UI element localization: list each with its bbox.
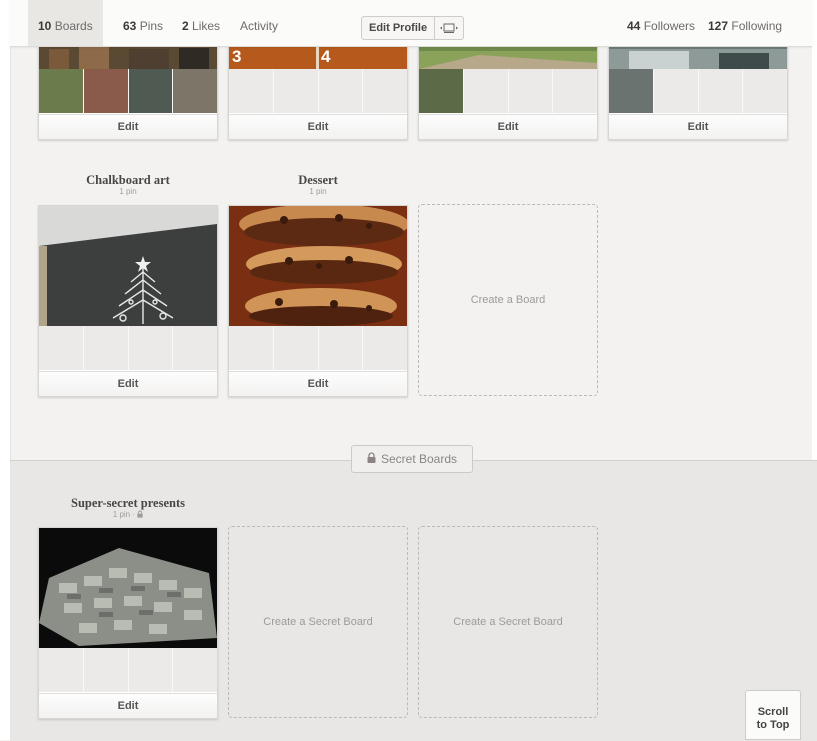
likes-label: Likes [192,19,221,33]
tab-pins[interactable]: 63 Pins [123,0,163,46]
edit-board-button[interactable]: Edit [39,114,217,139]
tab-following[interactable]: 127 Following [708,0,782,46]
thumbnail [609,69,654,113]
board-thumbnails [39,648,217,692]
thumbnail [363,69,407,113]
edit-board-button[interactable]: Edit [39,371,217,396]
thumbnail [173,648,217,692]
following-count: 127 [708,19,729,33]
edit-profile-control: Edit Profile [361,16,465,40]
create-board-button[interactable]: Create a Board [418,204,598,396]
board-title[interactable]: Dessert [228,173,408,188]
boards-label: Boards [54,19,93,33]
boards-count: 10 [38,19,52,33]
thumbnail [318,69,364,113]
board-thumbnails [39,69,217,113]
board-cover-image [39,528,217,648]
thumbnail [318,326,364,370]
profile-nav-bar: 10 Boards 63 Pins 2 Likes Activity Edit … [10,0,812,47]
board-thumbnails [419,69,597,113]
tab-likes[interactable]: 2 Likes [182,0,220,46]
scroll-to-top-line1: Scroll [757,706,789,718]
scroll-to-top-line2: to Top [756,719,790,731]
thumbnail [698,69,744,113]
thumbnail [363,326,407,370]
board-thumbnails [229,69,407,113]
cover-number: 3 [232,47,242,66]
right-rail [812,0,817,460]
board-pin-count: 1 pin · [38,510,218,519]
lock-icon [137,510,143,518]
edit-board-button[interactable]: Edit [609,114,787,139]
likes-count: 2 [182,19,189,33]
pins-count: 63 [123,19,137,33]
board-thumbnails [609,69,787,113]
thumbnail [553,69,597,113]
board-card[interactable]: Edit [38,205,218,397]
cover-number: 4 [321,47,331,66]
thumbnail [273,326,319,370]
board-pin-count: 1 pin [309,187,327,196]
tab-activity[interactable]: Activity [240,0,278,46]
thumbnail [229,69,274,113]
thumbnail [229,326,274,370]
thumbnail [508,69,554,113]
scroll-to-top-button[interactable]: Scroll to Top [745,690,801,740]
thumbnail [39,648,84,692]
edit-board-button[interactable]: Edit [419,114,597,139]
thumbnail [39,326,84,370]
pins-label: Pins [139,19,164,33]
thumbnail [173,326,217,370]
followers-count: 44 [627,19,641,33]
tab-boards[interactable]: 10 Boards [28,0,103,46]
thumbnail [173,69,217,113]
thumbnail [463,69,509,113]
thumbnail [653,69,699,113]
thumbnail [743,69,787,113]
thumbnail [128,326,174,370]
following-label: Following [731,19,783,33]
board-pin-count-text: 1 pin · [112,510,135,519]
edit-board-button[interactable]: Edit [229,114,407,139]
create-secret-board-button[interactable]: Create a Secret Board [418,526,598,718]
thumbnail [83,648,129,692]
board-card[interactable]: Edit [38,527,218,719]
board-card[interactable]: Edit [228,205,408,397]
board-thumbnails [39,326,217,370]
board-title[interactable]: Chalkboard art [38,173,218,188]
thumbnail [419,69,464,113]
followers-label: Followers [643,19,696,33]
lock-icon [367,452,376,466]
thumbnail [83,69,129,113]
thumbnail [128,69,174,113]
secret-boards-label: Secret Boards [351,445,473,473]
edit-profile-button[interactable]: Edit Profile [362,17,436,39]
thumbnail [39,69,84,113]
board-thumbnails [229,326,407,370]
tab-followers[interactable]: 44 Followers [627,0,695,46]
board-title[interactable]: Super-secret presents [38,496,218,511]
board-cover-image [39,206,217,326]
activity-label: Activity [240,19,279,33]
edit-board-button[interactable]: Edit [39,693,217,718]
board-cover-image [229,206,407,326]
thumbnail [128,648,174,692]
thumbnail [273,69,319,113]
secret-boards-text: Secret Boards [380,452,458,466]
board-pin-count: 1 pin [119,187,137,196]
share-profile-icon[interactable] [435,17,463,39]
create-secret-board-button[interactable]: Create a Secret Board [228,526,408,718]
edit-board-button[interactable]: Edit [229,371,407,396]
thumbnail [83,326,129,370]
